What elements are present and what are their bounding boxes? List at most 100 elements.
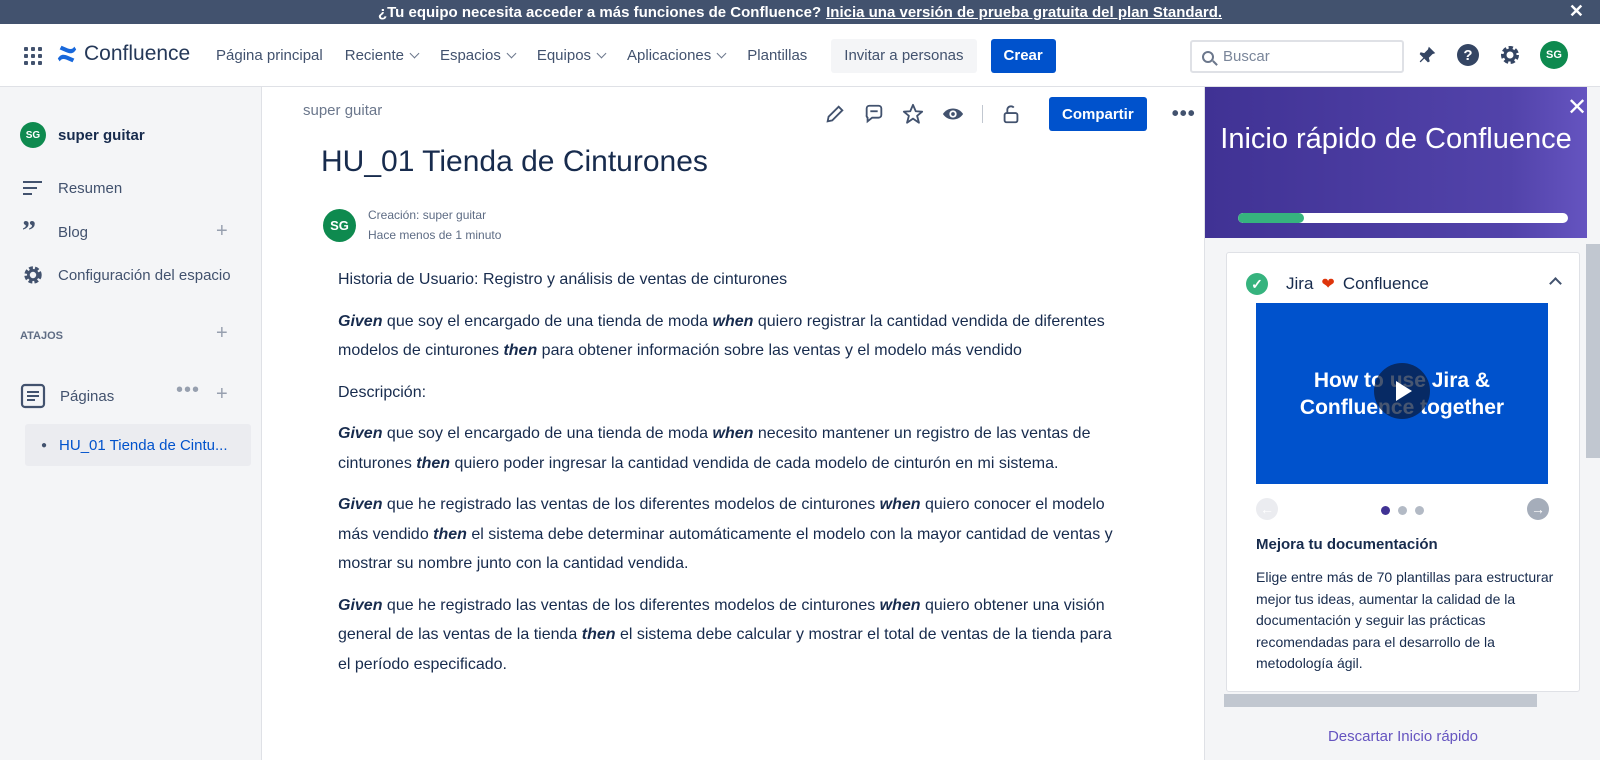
add-shortcut-icon[interactable]: + — [216, 322, 228, 345]
app-switcher-icon[interactable] — [24, 47, 42, 65]
summary-label: Resumen — [58, 179, 123, 197]
page-byline: SG Creación: super guitar Hace menos de … — [323, 205, 501, 245]
page-tree-item[interactable]: ● HU_01 Tienda de Cintu... — [25, 424, 251, 466]
help-icon[interactable]: ? — [1456, 43, 1480, 67]
top-right-icons: ? SG — [1416, 41, 1568, 69]
add-blog-icon[interactable]: + — [216, 220, 228, 243]
settings-gear-icon[interactable] — [1498, 43, 1522, 67]
space-header[interactable]: SG super guitar — [20, 122, 145, 148]
star-icon[interactable] — [902, 103, 924, 125]
story-paragraph: Given que he registrado las ventas de lo… — [338, 490, 1118, 579]
keyword-given: Given — [338, 425, 383, 442]
space-name: super guitar — [58, 126, 145, 144]
page-content: super guitar Compartir ••• HU_01 Tienda … — [262, 87, 1204, 760]
trial-link[interactable]: Inicia una versión de prueba gratuita de… — [826, 4, 1222, 21]
carousel-dot[interactable] — [1415, 506, 1424, 515]
page-tree-label: HU_01 Tienda de Cintu... — [59, 436, 228, 454]
settings-label: Configuración del espacio — [58, 266, 231, 284]
user-avatar[interactable]: SG — [1540, 41, 1568, 69]
quickstart-header: Inicio rápido de Confluence — [1205, 87, 1587, 238]
paragraph-text: que he registrado las ventas de los dife… — [382, 596, 880, 614]
carousel-dot[interactable] — [1381, 506, 1390, 515]
keyword-given: Given — [338, 496, 383, 513]
horizontal-scrollbar[interactable] — [1218, 694, 1578, 707]
chevron-up-icon[interactable] — [1549, 277, 1562, 290]
upgrade-banner: ¿Tu equipo necesita acceder a más funcio… — [0, 0, 1600, 24]
carousel-next-icon[interactable]: → — [1527, 498, 1549, 520]
vertical-scrollbar[interactable] — [1583, 238, 1600, 688]
nav-teams[interactable]: Equipos — [536, 47, 607, 64]
create-button[interactable]: Crear — [990, 38, 1056, 73]
blog-quote-icon: ” — [22, 216, 36, 247]
breadcrumb[interactable]: super guitar — [303, 102, 382, 119]
scrollbar-thumb[interactable] — [1224, 694, 1537, 707]
comment-icon[interactable] — [863, 103, 885, 125]
close-quickstart-icon[interactable]: ✕ — [1567, 93, 1587, 122]
invite-people-button[interactable]: Invitar a personas — [831, 38, 977, 73]
nav-apps[interactable]: Aplicaciones — [627, 47, 727, 64]
pages-label: Páginas — [60, 387, 115, 405]
notifications-icon[interactable] — [1416, 44, 1438, 66]
card-description: Elige entre más de 70 plantillas para es… — [1256, 569, 1554, 671]
paragraph-text: que soy el encargado de una tienda de mo… — [382, 425, 713, 442]
nav-templates[interactable]: Plantillas — [747, 47, 807, 64]
close-banner-icon[interactable]: ✕ — [1569, 0, 1584, 22]
card-header[interactable]: ✓ Jira ❤ Confluence — [1246, 273, 1429, 295]
logo-text: Confluence — [84, 42, 191, 65]
quickstart-title: Inicio rápido de Confluence — [1220, 123, 1572, 155]
edit-pencil-icon[interactable] — [824, 103, 846, 125]
nav-recent[interactable]: Reciente — [344, 47, 420, 64]
sidebar-item-blog[interactable]: ” Blog — [22, 216, 88, 247]
heart-icon: ❤ — [1321, 276, 1335, 293]
confluence-logo[interactable]: Confluence — [56, 42, 190, 66]
pages-icon — [20, 383, 46, 409]
carousel-dots — [1381, 506, 1424, 515]
scrollbar-thumb[interactable] — [1586, 244, 1600, 458]
sidebar-item-summary[interactable]: Resumen — [22, 179, 122, 197]
more-actions-icon[interactable]: ••• — [1172, 103, 1196, 126]
card-title-jira: Jira — [1286, 274, 1314, 293]
search-placeholder: Buscar — [1223, 48, 1270, 65]
dismiss-quickstart-link[interactable]: Descartar Inicio rápido — [1205, 728, 1600, 745]
pages-more-icon[interactable]: ••• — [176, 379, 200, 402]
summary-icon — [23, 181, 42, 195]
sidebar-item-settings[interactable]: Configuración del espacio — [22, 264, 231, 286]
keyword-when: when — [712, 425, 754, 442]
check-icon: ✓ — [1246, 273, 1268, 295]
nav-templates-label: Plantillas — [747, 47, 808, 64]
restrictions-lock-icon[interactable] — [1000, 103, 1022, 125]
paragraph-text: quiero poder ingresar la cantidad vendid… — [450, 454, 1059, 472]
nav-spaces[interactable]: Espacios — [440, 47, 517, 64]
quickstart-progress-fill — [1238, 213, 1304, 223]
search-input[interactable]: Buscar — [1190, 40, 1404, 73]
video-thumbnail[interactable]: How to use Jira & Confluence together — [1256, 303, 1548, 484]
paragraph-text: que he registrado las ventas de los dife… — [382, 496, 880, 513]
svg-text:?: ? — [1463, 47, 1472, 64]
toolbar-divider — [982, 105, 983, 123]
nav-teams-label: Equipos — [536, 47, 592, 64]
author-avatar[interactable]: SG — [323, 208, 356, 242]
carousel-dot[interactable] — [1398, 506, 1407, 515]
nav-recent-label: Reciente — [344, 47, 404, 64]
keyword-when: when — [712, 312, 754, 330]
nav-apps-label: Aplicaciones — [627, 47, 712, 64]
chevron-down-icon — [596, 48, 607, 59]
share-button[interactable]: Compartir — [1049, 97, 1147, 131]
card-subtitle: Mejora tu documentación — [1256, 536, 1438, 553]
sidebar-item-pages[interactable]: Páginas — [20, 383, 114, 409]
space-sidebar: SG super guitar Resumen ” Blog + Configu… — [0, 87, 262, 760]
story-heading: Historia de Usuario: Registro y análisis… — [338, 271, 788, 288]
confluence-logo-icon — [57, 45, 77, 63]
watch-eye-icon[interactable] — [941, 103, 965, 125]
story-paragraph: Given que soy el encargado de una tienda… — [338, 419, 1118, 478]
nav-home[interactable]: Página principal — [216, 47, 323, 64]
add-page-icon[interactable]: + — [216, 383, 228, 406]
chevron-down-icon — [716, 48, 727, 59]
bullet-icon: ● — [41, 439, 48, 451]
carousel-prev-icon[interactable]: ← — [1256, 498, 1278, 520]
top-navigation: Confluence Página principal Reciente Esp… — [0, 24, 1600, 87]
story-paragraph: Given que soy el encargado de una tienda… — [338, 307, 1118, 366]
play-icon[interactable] — [1374, 363, 1430, 419]
page-body: Historia de Usuario: Registro y análisis… — [338, 265, 1118, 691]
page-title: HU_01 Tienda de Cinturones — [321, 145, 708, 178]
